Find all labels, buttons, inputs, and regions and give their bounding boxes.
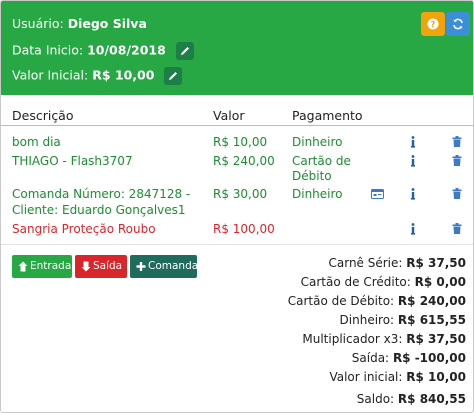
help-button[interactable]: ? — [421, 12, 445, 36]
comanda-card-icon[interactable] — [371, 189, 384, 199]
row-payment: Cartão de — [292, 154, 351, 168]
summary-value: R$ 0,00 — [414, 275, 466, 289]
summary-value: R$ 37,50 — [406, 332, 466, 346]
summary-label: Cartão de Crédito: — [300, 275, 411, 289]
info-icon[interactable] — [410, 136, 416, 148]
user-line: Usuário: Diego Silva — [12, 16, 147, 31]
summary-label: Saldo: — [356, 392, 395, 406]
row-payment: Débito — [292, 169, 332, 183]
row-description: THIAGO - Flash3707 — [12, 154, 133, 168]
initial-value-line: Valor Inicial: R$ 10,00 — [12, 67, 183, 85]
user-label: Usuário: — [12, 16, 64, 31]
column-header-pagamento: Pagamento — [292, 108, 363, 123]
row-payment: Dinheiro — [292, 187, 343, 201]
summary-multiplicador: Multiplicador x3: R$ 37,50 — [302, 332, 466, 346]
row-description: Sangria Proteção Roubo — [12, 222, 156, 236]
comanda-label: Comanda — [148, 260, 199, 272]
refresh-button[interactable] — [446, 12, 470, 36]
saida-label: Saída — [93, 260, 123, 272]
question-icon: ? — [427, 18, 439, 30]
summary-cartao-credito: Cartão de Crédito: R$ 0,00 — [301, 275, 466, 289]
edit-date-button[interactable] — [175, 42, 194, 60]
info-icon[interactable] — [410, 155, 416, 167]
date-value: 10/08/2018 — [87, 42, 166, 58]
summary-value: R$ 10,00 — [406, 370, 466, 384]
row-description: Cliente: Eduardo Gonçalves1 — [12, 203, 186, 217]
plus-icon — [136, 262, 146, 271]
summary-value: R$ -100,00 — [392, 351, 466, 365]
table-divider — [1, 244, 473, 245]
summary-value: R$ 240,00 — [397, 294, 466, 308]
pencil-icon — [169, 72, 178, 80]
summary-label: Dinheiro: — [339, 313, 395, 327]
row-description: bom dia — [12, 135, 61, 149]
summary-label: Carnê Série: — [328, 256, 403, 270]
date-line: Data Inicio: 10/08/2018 — [12, 42, 194, 60]
arrow-down-icon — [81, 261, 91, 272]
initial-value-label: Valor Inicial: — [12, 67, 89, 83]
summary-value: R$ 615,55 — [397, 313, 466, 327]
pencil-icon — [180, 47, 189, 55]
summary-value: R$ 840,55 — [397, 392, 466, 406]
header: Usuário: Diego Silva Data Inicio: 10/08/… — [1, 1, 473, 95]
row-value: R$ 240,00 — [213, 154, 275, 168]
edit-initial-value-button[interactable] — [164, 67, 183, 85]
summary-saldo: Saldo: R$ 840,55 — [357, 392, 466, 406]
row-payment: Dinheiro — [292, 135, 343, 149]
summary-valor-inicial: Valor inicial: R$ 10,00 — [329, 370, 466, 384]
date-label: Data Inicio: — [12, 42, 84, 58]
summary-cartao-debito: Cartão de Débito: R$ 240,00 — [288, 294, 466, 308]
arrow-up-icon — [18, 261, 28, 272]
entrada-label: Entrada — [30, 260, 72, 272]
entrada-button[interactable]: Entrada — [12, 255, 72, 278]
refresh-icon — [453, 18, 463, 30]
summary-saida: Saída: R$ -100,00 — [352, 351, 466, 365]
trash-icon[interactable] — [452, 136, 462, 147]
row-description: Comanda Número: 2847128 - — [12, 187, 191, 201]
row-value: R$ 10,00 — [213, 135, 268, 149]
initial-value: R$ 10,00 — [92, 67, 155, 83]
summary-label: Saída: — [351, 351, 390, 365]
summary-carne-serie: Carnê Série: R$ 37,50 — [328, 256, 466, 270]
user-name: Diego Silva — [67, 16, 147, 31]
trash-icon[interactable] — [452, 223, 462, 234]
column-header-valor: Valor — [213, 108, 245, 123]
table-header-divider — [1, 125, 473, 126]
summary-dinheiro: Dinheiro: R$ 615,55 — [340, 313, 466, 327]
summary-value: R$ 37,50 — [406, 256, 466, 270]
info-icon[interactable] — [410, 223, 416, 235]
row-value: R$ 100,00 — [213, 222, 275, 236]
info-icon[interactable] — [410, 188, 416, 200]
trash-icon[interactable] — [452, 188, 462, 199]
summary-label: Valor inicial: — [329, 370, 403, 384]
row-value: R$ 30,00 — [213, 187, 268, 201]
summary-label: Cartão de Débito: — [287, 294, 395, 308]
column-header-descricao: Descrição — [12, 108, 74, 123]
saida-button[interactable]: Saída — [75, 255, 127, 278]
cash-register-panel: Usuário: Diego Silva Data Inicio: 10/08/… — [0, 0, 474, 413]
trash-icon[interactable] — [452, 155, 462, 166]
summary-label: Multiplicador x3: — [302, 332, 403, 346]
comanda-button[interactable]: Comanda — [130, 255, 199, 278]
svg-text:?: ? — [431, 20, 436, 29]
